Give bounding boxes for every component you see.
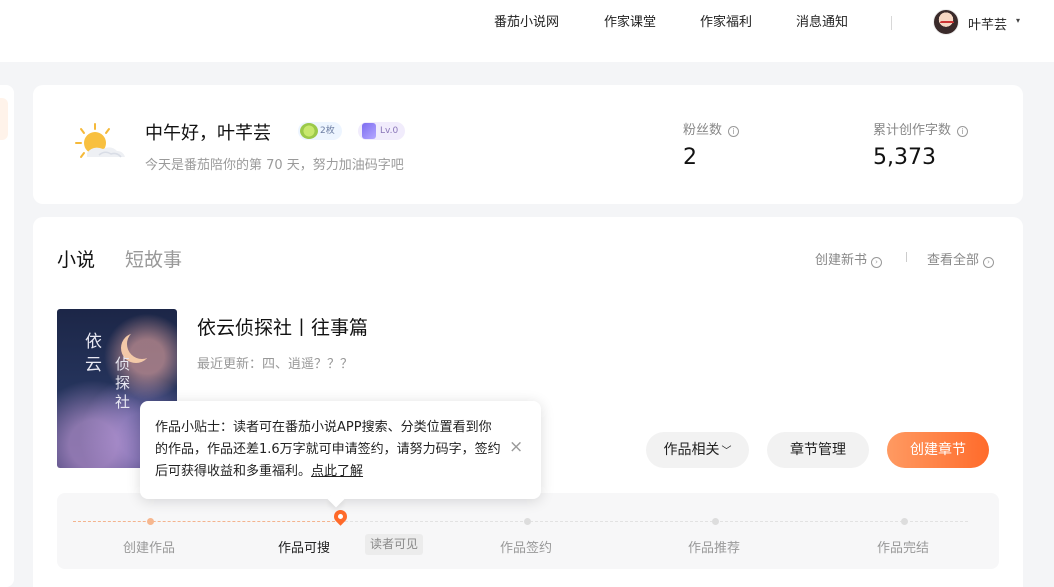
moon-icon bbox=[127, 329, 157, 359]
tip-text: 作品小贴士：读者可在番茄小说APP搜索、分类位置看到你的作品，作品还差1.6万字… bbox=[155, 417, 503, 483]
fans-label-text: 粉丝数 bbox=[683, 123, 723, 138]
nav-item-messages[interactable]: 消息通知 bbox=[796, 14, 848, 32]
coin-badge-label: 2枚 bbox=[320, 126, 335, 136]
book-latest-update[interactable]: 最近更新：四、逍遥？？？ bbox=[197, 353, 353, 372]
progress-dot bbox=[901, 518, 908, 525]
tab-short-story[interactable]: 短故事 bbox=[125, 245, 182, 272]
nav-item-benefits[interactable]: 作家福利 bbox=[700, 14, 752, 32]
work-related-dropdown[interactable]: 作品相关 ﹀ bbox=[646, 432, 749, 468]
progress-step-completed: 作品完结 bbox=[877, 541, 930, 556]
work-tip-popover: 作品小贴士：读者可在番茄小说APP搜索、分类位置看到你的作品，作品还差1.6万字… bbox=[140, 401, 541, 508]
progress-step-searchable: 作品可搜 bbox=[278, 541, 331, 556]
fans-stat-value: 2 bbox=[683, 145, 697, 170]
chapter-manage-button[interactable]: 章节管理 bbox=[767, 432, 869, 468]
progress-step-signed: 作品签约 bbox=[500, 541, 553, 556]
progress-step-create: 创建作品 bbox=[123, 541, 176, 556]
progress-dot bbox=[524, 518, 531, 525]
words-stat-value: 5,373 bbox=[873, 145, 936, 170]
create-book-link[interactable]: 创建新书 › bbox=[815, 249, 883, 268]
create-chapter-button[interactable]: 创建章节 bbox=[887, 432, 989, 468]
words-label-text: 累计创作字数 bbox=[873, 123, 952, 138]
progress-dot bbox=[147, 518, 154, 525]
caret-down-icon[interactable]: ▾ bbox=[1016, 16, 1020, 25]
view-all-label: 查看全部 bbox=[927, 253, 980, 268]
progress-dot bbox=[712, 518, 719, 525]
level-badge[interactable]: Lv.0 bbox=[358, 122, 406, 140]
work-progress-tracker: 创建作品 作品可搜 读者可见 作品签约 作品推荐 作品完结 bbox=[57, 493, 999, 569]
progress-step-recommended: 作品推荐 bbox=[688, 541, 741, 556]
greeting-title: 中午好，叶芊芸 bbox=[145, 123, 271, 144]
nav-item-fanqie[interactable]: 番茄小说网 bbox=[494, 14, 559, 32]
location-pin-icon bbox=[331, 507, 350, 526]
learn-more-link[interactable]: 点此了解 bbox=[311, 464, 363, 479]
info-icon[interactable]: i bbox=[728, 126, 740, 137]
user-name[interactable]: 叶芊芸 bbox=[968, 14, 1007, 33]
left-sidebar-active-tab[interactable] bbox=[0, 98, 8, 140]
chevron-right-icon: › bbox=[983, 257, 995, 268]
progress-line-pending bbox=[340, 521, 968, 522]
nav-item-classroom[interactable]: 作家课堂 bbox=[604, 14, 656, 32]
cover-title-text: 依云 bbox=[85, 332, 102, 375]
words-stat-label: 累计创作字数 i bbox=[873, 119, 969, 138]
chevron-right-icon: › bbox=[871, 257, 883, 268]
reader-visible-tag: 读者可见 bbox=[365, 534, 424, 555]
level-icon bbox=[362, 123, 376, 139]
greeting-card: 中午好，叶芊芸 2枚 Lv.0 今天是番茄陪你的第 70 天，努力加油码字吧 粉… bbox=[33, 85, 1023, 204]
book-title[interactable]: 依云侦探社丨往事篇 bbox=[197, 313, 368, 340]
info-icon[interactable]: i bbox=[957, 126, 969, 137]
nav-divider bbox=[891, 16, 892, 30]
top-nav: 番茄小说网 作家课堂 作家福利 消息通知 叶芊芸 ▾ bbox=[0, 0, 1054, 62]
close-icon[interactable]: × bbox=[509, 439, 523, 456]
progress-line-done bbox=[73, 521, 340, 522]
level-badge-label: Lv.0 bbox=[380, 126, 399, 136]
cover-subtitle-text: 侦探社 bbox=[115, 355, 131, 411]
coin-badge[interactable]: 2枚 bbox=[298, 122, 342, 140]
chevron-down-icon: ﹀ bbox=[721, 446, 732, 457]
tab-novel[interactable]: 小说 bbox=[57, 245, 95, 272]
avatar[interactable] bbox=[933, 9, 959, 35]
greeting-subtitle: 今天是番茄陪你的第 70 天，努力加油码字吧 bbox=[145, 158, 404, 173]
sun-icon bbox=[75, 123, 125, 158]
fans-stat-label: 粉丝数 i bbox=[683, 119, 740, 138]
header-divider bbox=[906, 252, 907, 262]
work-related-label: 作品相关 bbox=[663, 442, 720, 458]
view-all-link[interactable]: 查看全部 › bbox=[927, 249, 995, 268]
coin-icon bbox=[300, 123, 318, 139]
create-book-label: 创建新书 bbox=[815, 253, 868, 268]
left-sidebar-panel bbox=[0, 85, 14, 587]
